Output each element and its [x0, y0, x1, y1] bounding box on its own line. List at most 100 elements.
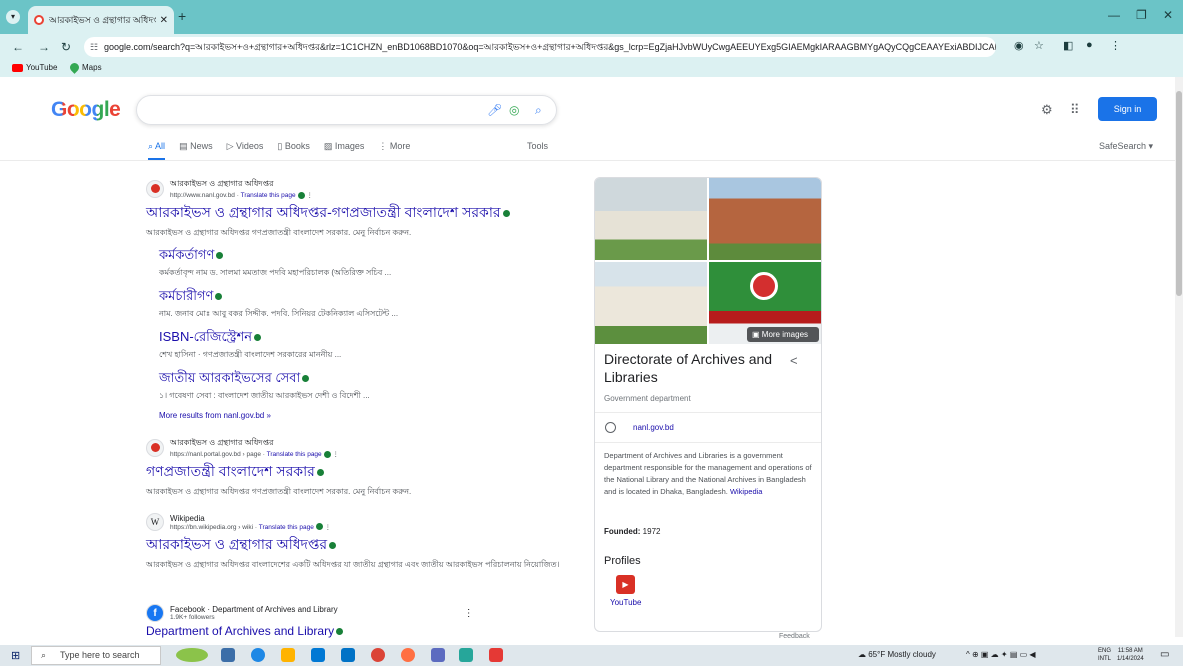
tab-more[interactable]: ⋮ More [378, 141, 410, 152]
bookmark-youtube[interactable]: YouTube [12, 63, 57, 72]
result-source[interactable]: W Wikipedia https://bn.wikipedia.org › w… [146, 513, 566, 531]
search-box[interactable]: 🎤︎ ◎ ⌕ [136, 95, 557, 125]
close-tab-icon[interactable]: ✕ [160, 15, 168, 26]
divider [595, 442, 821, 443]
translate-link[interactable]: Translate this page [267, 451, 322, 458]
google-favicon-icon [34, 15, 44, 25]
weather-widget[interactable]: ☁ 65°F Mostly cloudy [858, 650, 936, 659]
share-icon[interactable]: < [790, 353, 798, 368]
location-icon[interactable]: ◉ [1014, 39, 1024, 52]
mail-icon[interactable] [341, 648, 355, 662]
site-url: https://nanl.portal.gov.bd › page [170, 451, 261, 458]
search-result: f Facebook · Department of Archives and … [146, 604, 566, 638]
task-view-icon[interactable] [221, 648, 235, 662]
restore-icon[interactable]: ❐ [1136, 8, 1147, 22]
translate-link[interactable]: Translate this page [259, 524, 314, 531]
minimize-icon[interactable]: — [1108, 8, 1120, 22]
header-divider [0, 160, 1183, 161]
maps-icon [68, 61, 81, 74]
language-indicator[interactable]: ENG INTL [1098, 647, 1111, 663]
reload-icon[interactable]: ↻ [61, 40, 71, 54]
youtube-profile-icon[interactable]: ▶ [616, 575, 635, 594]
lens-icon[interactable]: ◎ [509, 103, 519, 117]
tab-all[interactable]: ⌕ All [148, 141, 166, 161]
building-photo[interactable] [595, 262, 707, 344]
clock[interactable]: 11:58 AM 1/14/2024 [1117, 647, 1144, 663]
address-bar[interactable]: ☷ google.com/search?q=আরকাইভস+ও+গ্রন্থাগ… [84, 37, 996, 57]
sitelink: কর্মকর্তাগণ কর্মকর্তাবৃন্দ নাম ড. সালমা … [159, 246, 566, 280]
forward-icon[interactable]: → [38, 40, 50, 54]
site-name: আরকাইভস ও গ্রন্থাগার অধিদপ্তর [170, 179, 274, 188]
search-result: W Wikipedia https://bn.wikipedia.org › w… [146, 513, 566, 571]
result-source[interactable]: f Facebook · Department of Archives and … [146, 604, 566, 622]
founded-row: Founded: 1972 [604, 527, 661, 536]
more-options-icon[interactable]: ⋮ [464, 608, 474, 619]
bookmark-star-icon[interactable]: ☆ [1034, 39, 1044, 52]
wikipedia-link[interactable]: Wikipedia [730, 487, 763, 496]
file-explorer-icon[interactable] [281, 648, 295, 662]
more-images-button[interactable]: ▣ More images [747, 327, 819, 342]
safesearch-button[interactable]: SafeSearch ▾ [1099, 141, 1153, 152]
search-icon: ⌕ [41, 650, 47, 660]
pinned-app-icon[interactable] [176, 648, 208, 662]
app-icon[interactable] [489, 648, 503, 662]
site-name: আরকাইভস ও গ্রন্থাগার অধিদপ্তর [170, 438, 274, 447]
settings-icon[interactable]: ⚙ [1041, 102, 1053, 118]
site-name: Facebook · Department of Archives and Li… [170, 605, 338, 614]
apps-grid-icon[interactable]: ⠿ [1070, 102, 1080, 118]
tab-books[interactable]: ▯ Books [277, 141, 309, 152]
website-link[interactable]: nanl.gov.bd [633, 423, 674, 432]
system-tray-icons[interactable]: ^ ⊕ ▣ ☁ ✦ ▤ ▭ ◀ [966, 650, 1036, 659]
bookmarks-bar: YouTube Maps [0, 60, 1183, 77]
profile-icon[interactable]: ● [1086, 39, 1093, 51]
store-icon[interactable] [311, 648, 325, 662]
notification-icon[interactable]: ▭ [1160, 649, 1169, 660]
panel-description: Department of Archives and Libraries is … [604, 451, 812, 496]
result-title-link[interactable]: আরকাইভস ও গ্রন্থাগার অধিদপ্তর [146, 533, 566, 557]
tab-search-button[interactable]: ▾ [6, 10, 20, 24]
tab-images[interactable]: ▨ Images [324, 141, 365, 152]
close-window-icon[interactable]: ✕ [1163, 8, 1173, 22]
result-title-link[interactable]: Department of Archives and Library [146, 624, 566, 638]
sitelink-title[interactable]: জাতীয় আরকাইভসের সেবা [159, 369, 566, 390]
search-icon[interactable]: ⌕ [535, 103, 542, 118]
tab-news[interactable]: ▤ News [179, 141, 213, 152]
browser-tab[interactable]: আরকাইভস ও গ্রন্থাগার অধিদপ্ত ✕ [28, 6, 174, 34]
result-title-link[interactable]: আরকাইভস ও গ্রন্থাগার অধিদপ্তর-গণপ্রজাতন্… [146, 201, 566, 225]
google-logo[interactable]: Google [51, 98, 121, 122]
page-scrollbar[interactable] [1175, 77, 1183, 637]
sitelink-title[interactable]: ISBN-রেজিস্ট্রেশন [159, 328, 566, 349]
menu-icon[interactable]: ⋮ [1110, 39, 1121, 52]
new-tab-button[interactable]: + [178, 8, 186, 24]
feedback-link[interactable]: Feedback [779, 633, 810, 640]
firefox-icon[interactable] [401, 648, 415, 662]
bookmark-maps[interactable]: Maps [68, 61, 102, 74]
result-title-link[interactable]: গণপ্রজাতন্ত্রী বাংলাদেশ সরকার [146, 460, 566, 484]
edge-icon[interactable] [251, 648, 265, 662]
youtube-profile-link[interactable]: YouTube [610, 598, 641, 607]
active-chrome-icon[interactable] [459, 648, 473, 662]
sitelink-title[interactable]: কর্মকর্তাগণ [159, 246, 566, 267]
taskbar-search[interactable]: ⌕ Type here to search [31, 646, 161, 665]
result-source[interactable]: আরকাইভস ও গ্রন্থাগার অধিদপ্তর https://na… [146, 437, 566, 458]
translate-link[interactable]: Translate this page [241, 192, 296, 199]
sign-in-button[interactable]: Sign in [1098, 97, 1157, 121]
sitelink-title[interactable]: কর্মচারীগণ [159, 287, 566, 308]
search-tabs: ⌕ All ▤ News ▷ Videos ▯ Books ▨ Images ⋮… [148, 141, 410, 161]
microphone-icon[interactable]: 🎤︎ [487, 103, 502, 117]
app-icon[interactable] [431, 648, 445, 662]
more-results-link[interactable]: More results from nanl.gov.bd » [159, 411, 566, 420]
site-info-icon[interactable]: ☷ [90, 37, 98, 57]
tab-videos[interactable]: ▷ Videos [227, 141, 264, 152]
back-icon[interactable]: ← [12, 40, 24, 54]
tools-button[interactable]: Tools [527, 141, 548, 151]
windows-start-icon[interactable]: ⊞ [11, 649, 20, 662]
result-source[interactable]: আরকাইভস ও গ্রন্থাগার অধিদপ্তর http://www… [146, 178, 566, 199]
sitelink: জাতীয় আরকাইভসের সেবা ১। গবেষণা সেবা : ব… [159, 369, 566, 403]
building-photo[interactable] [595, 178, 707, 260]
side-panel-icon[interactable]: ◧ [1063, 39, 1073, 52]
building-photo[interactable] [709, 178, 821, 260]
scrollbar-thumb[interactable] [1176, 91, 1182, 296]
chrome-icon[interactable] [371, 648, 385, 662]
image-gallery[interactable]: ▣ More images [595, 178, 821, 344]
